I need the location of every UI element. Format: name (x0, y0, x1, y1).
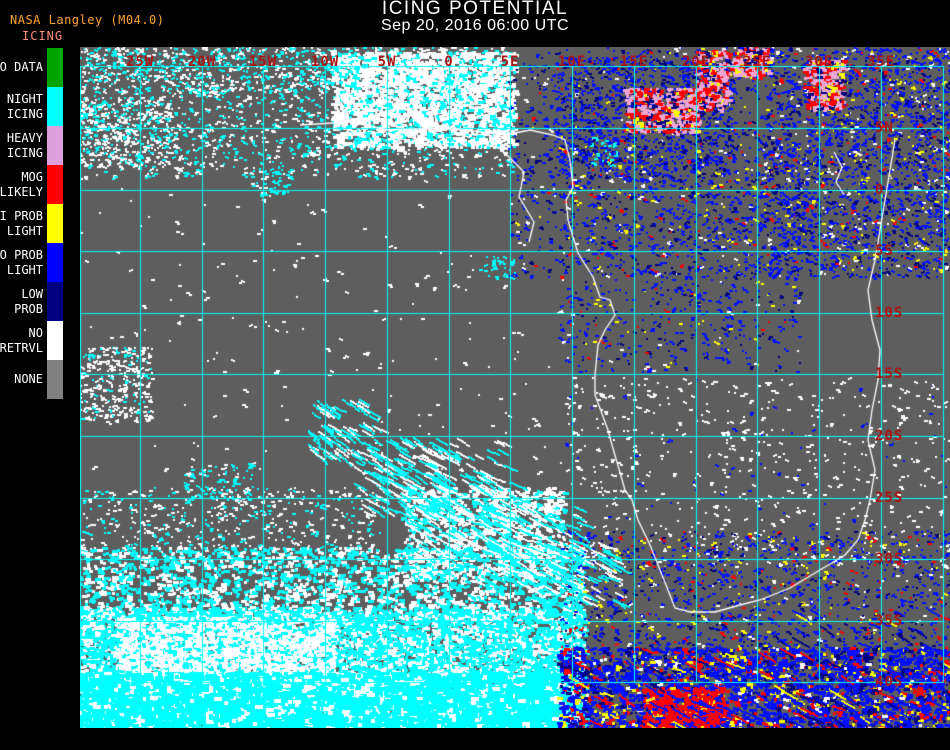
page-title: ICING POTENTIAL (381, 0, 569, 19)
legend-label-night-icing: NIGHT ICING (6, 91, 43, 121)
lat-label-15s: 15S (875, 366, 904, 382)
lat-label-40s: 40S (875, 674, 904, 690)
title-block: ICING POTENTIAL Sep 20, 2016 06:00 UTC (0, 0, 950, 34)
lon-label-15w: 15W (248, 54, 278, 70)
legend-label-hi-prob-light: I PROB LIGHT (0, 208, 43, 238)
map-canvas (80, 47, 950, 728)
lat-label-5n: 5N (875, 120, 894, 136)
lon-label-5w: 5W (377, 54, 397, 70)
lon-label-20e: 20E (681, 54, 711, 70)
lon-label-0: 0 (444, 54, 454, 70)
legend-label-none: NONE (14, 372, 43, 386)
legend-label-low-prob: LOW PROB (14, 286, 43, 316)
lat-label-0: 0 (875, 182, 885, 198)
lon-label-15e: 15E (619, 54, 649, 70)
legend-swatch-no-data (47, 48, 63, 87)
legend-swatch-no-retrvl (47, 321, 63, 360)
page-subtitle: Sep 20, 2016 06:00 UTC (380, 17, 569, 34)
legend-swatch-night-icing (47, 87, 63, 126)
lon-label-30e: 30E (804, 54, 834, 70)
legend-swatch-hi-prob-light (47, 204, 63, 243)
legend-label-no-retrvl: NO RETRVL (0, 325, 43, 355)
lat-label-10s: 10S (875, 305, 904, 321)
footer-bar: MT10 ICING POTENTIAL SEP 20, 2016 06:00Z… (0, 728, 950, 750)
legend-label-mog-likely: MOG LIKELY (0, 169, 43, 199)
lat-label-35s: 35S (875, 613, 904, 629)
legend-swatch-none (47, 360, 63, 399)
legend-swatch-heavy-icing (47, 126, 63, 165)
icing-map: 25W 20W 15W 10W 5W 0 5E 10E 15E 20E 25E 30E 35E 5N 0 5S… (80, 47, 950, 728)
lon-label-10w: 10W (310, 54, 340, 70)
lon-label-25e: 25E (742, 54, 772, 70)
legend-swatch-mod-prob-light (47, 243, 63, 282)
lon-label-10e: 10E (557, 54, 587, 70)
legend-label-no-data: O DATA (0, 60, 43, 74)
icing-potential-page: NASA Langley (M04.0) ICING ICING POTENTI… (0, 0, 950, 750)
lat-label-20s: 20S (875, 428, 904, 444)
lon-label-20w: 20W (187, 54, 217, 70)
legend-label-heavy-icing: HEAVY ICING (6, 130, 43, 160)
lat-label-30s: 30S (875, 551, 904, 567)
lat-label-5s: 5S (875, 243, 894, 259)
legend-swatch-mog-likely (47, 165, 63, 204)
lon-label-25w: 25W (125, 54, 155, 70)
legend-label-mod-prob-light: O PROB LIGHT (0, 247, 43, 277)
legend-swatch-low-prob (47, 282, 63, 321)
lon-label-35e: 35E (866, 54, 896, 70)
lat-label-25s: 25S (875, 490, 904, 506)
lon-label-5e: 5E (500, 54, 520, 70)
